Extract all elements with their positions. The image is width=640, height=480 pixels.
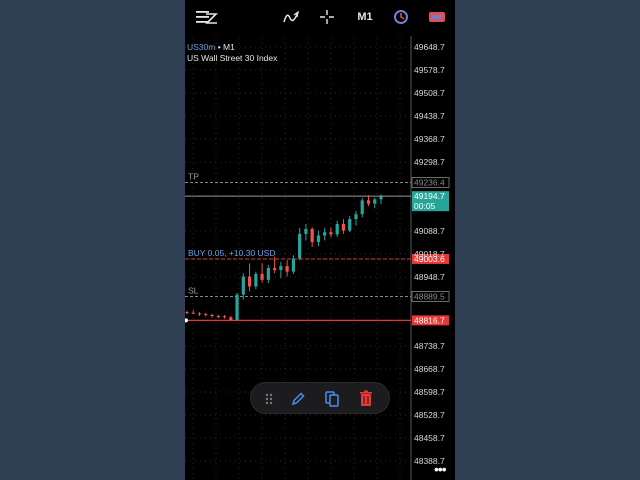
candle-body: [316, 235, 321, 243]
candle-body: [260, 273, 264, 280]
candle-body: [254, 273, 258, 287]
candle-body: [247, 276, 252, 287]
clock-icon[interactable]: [391, 6, 411, 28]
candle-body: [204, 314, 208, 316]
background-right: [455, 0, 640, 480]
candle-body: [348, 219, 352, 231]
candle-body: [185, 312, 189, 314]
candle-body: [235, 294, 239, 320]
candle-body: [379, 196, 383, 200]
symbol-header: US30m • M1: [187, 42, 235, 52]
candle-body: [210, 315, 214, 317]
candle-body: [222, 316, 227, 318]
edit-icon[interactable]: [288, 389, 308, 409]
candle-body: [191, 312, 195, 314]
drag-handle-icon[interactable]: [259, 389, 279, 409]
price-tick-label: 48528.7: [414, 410, 445, 420]
tp-price-label: 49236.4: [414, 177, 445, 187]
price-scale: 49648.7 49578.7 49508.7 49438.7 49368.7 49298…: [414, 42, 445, 466]
current-price-label: 49194.7: [414, 191, 445, 201]
candle-body: [266, 268, 270, 280]
candle-body: [323, 232, 327, 236]
candle-body: [216, 316, 220, 318]
sl-price-label: 48889.5: [414, 291, 445, 301]
price-tick-label: 49018.7: [414, 249, 445, 259]
price-tick-label: 49368.7: [414, 134, 445, 144]
price-tick-label: 48458.7: [414, 433, 445, 443]
indicator-icon[interactable]: [281, 6, 301, 28]
candle-body: [279, 266, 283, 271]
candle-body: [304, 228, 308, 234]
price-tick-label: 49438.7: [414, 111, 445, 121]
candle-body: [310, 228, 314, 243]
candle-body: [197, 313, 202, 315]
price-tick-label: 49508.7: [414, 88, 445, 98]
timeframe-button[interactable]: M1: [353, 6, 377, 28]
candle-body: [366, 200, 371, 204]
candle-body: [341, 224, 346, 231]
symbol-code: US30m: [187, 42, 216, 52]
candle-timer-label: 00:05: [414, 201, 436, 211]
crosshair-icon[interactable]: [317, 6, 337, 28]
red-level-handle: [185, 318, 188, 323]
more-icon[interactable]: •••: [434, 461, 447, 477]
chart-toolbar: M1: [185, 0, 455, 34]
candle-body: [273, 268, 277, 271]
red-level-price-label: 48816.7: [414, 315, 445, 325]
buy-label: BUY 0.05, +10.30 USD: [188, 248, 276, 258]
candle-body: [354, 214, 358, 220]
price-tick-label: 48668.7: [414, 364, 445, 374]
trade-icon[interactable]: [427, 6, 447, 28]
candle-body: [229, 317, 233, 320]
symbol-separator: •: [215, 42, 224, 52]
candle-body: [241, 276, 245, 295]
price-tick-label: 49578.7: [414, 65, 445, 75]
symbol-description: US Wall Street 30 Index: [187, 53, 278, 63]
price-tick-label: 48598.7: [414, 387, 445, 397]
price-tick-label: 49648.7: [414, 42, 445, 52]
sl-label: SL: [188, 285, 199, 295]
menu-icon[interactable]: [191, 6, 221, 28]
candle-body: [373, 199, 377, 204]
candle-body: [329, 232, 333, 235]
price-tick-label: 49298.7: [414, 157, 445, 167]
symbol-timeframe: M1: [223, 42, 235, 52]
background-left: [0, 0, 185, 480]
candle-body: [298, 233, 302, 259]
candle-body: [335, 224, 339, 235]
price-tick-label: 48948.7: [414, 272, 445, 282]
candle-body: [291, 258, 295, 272]
price-tick-label: 49088.7: [414, 226, 445, 236]
candle-body: [285, 266, 289, 272]
copy-icon[interactable]: [322, 389, 342, 409]
tp-label: TP: [188, 171, 199, 181]
candle-body: [360, 200, 364, 215]
price-tick-label: 48738.7: [414, 341, 445, 351]
object-toolbar: [250, 382, 390, 414]
level-lines: TP 49236.4 49194.700:05 BUY 0.05, +10.30 US…: [185, 171, 450, 326]
delete-icon[interactable]: [356, 389, 376, 409]
